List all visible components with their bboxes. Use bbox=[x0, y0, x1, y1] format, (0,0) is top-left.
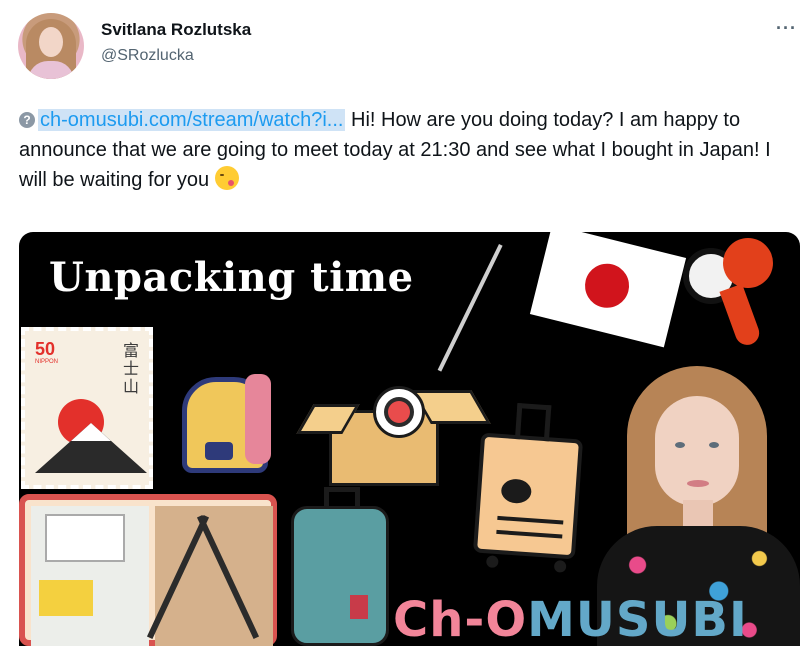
backpack-illustration bbox=[182, 374, 271, 473]
avatar-face bbox=[39, 27, 63, 57]
face-savoring-food-emoji-icon bbox=[214, 166, 239, 190]
media-headline: Unpacking time bbox=[49, 254, 414, 301]
tweet-link[interactable]: ch-omusubi.com/stream/watch?i... bbox=[38, 109, 346, 131]
tweet: Svitlana Rozlutska @SRozlucka ··· ? ch-om… bbox=[0, 0, 811, 646]
teal-suitcase-illustration bbox=[291, 487, 389, 646]
link-info-icon: ? bbox=[19, 112, 35, 128]
brand-text-part2: MUSUBI bbox=[527, 592, 748, 646]
japan-flag-illustration bbox=[529, 232, 687, 348]
avatar[interactable] bbox=[18, 13, 84, 79]
open-luggage-illustration bbox=[19, 494, 277, 646]
stamp-kanji: 富士山 bbox=[123, 343, 140, 396]
yellow-suitcase-illustration bbox=[472, 403, 584, 573]
author-name[interactable]: Svitlana Rozlutska bbox=[101, 20, 251, 40]
sushi-box-illustration bbox=[296, 386, 491, 486]
tweet-media-image[interactable]: Unpacking time 50 NIPPON 富士山 Ch-OMUSUBI bbox=[19, 232, 800, 646]
flag-pole bbox=[437, 244, 503, 372]
brand-logo-text: Ch-OMUSUBI bbox=[393, 592, 748, 646]
stamp-value: 50 bbox=[35, 339, 56, 359]
koi-fish-illustration bbox=[683, 238, 793, 349]
author-handle[interactable]: @SRozlucka bbox=[101, 47, 194, 65]
flag-sun-disc bbox=[580, 259, 634, 313]
stamp-snowcap bbox=[71, 423, 111, 441]
fuji-stamp-illustration: 50 NIPPON 富士山 bbox=[21, 327, 153, 489]
brand-text-part1: Ch-O bbox=[393, 592, 528, 646]
tweet-text: ? ch-omusubi.com/stream/watch?i... Hi! Ho… bbox=[19, 105, 799, 195]
more-options-icon[interactable]: ··· bbox=[776, 18, 797, 39]
stamp-country: NIPPON bbox=[35, 359, 59, 365]
